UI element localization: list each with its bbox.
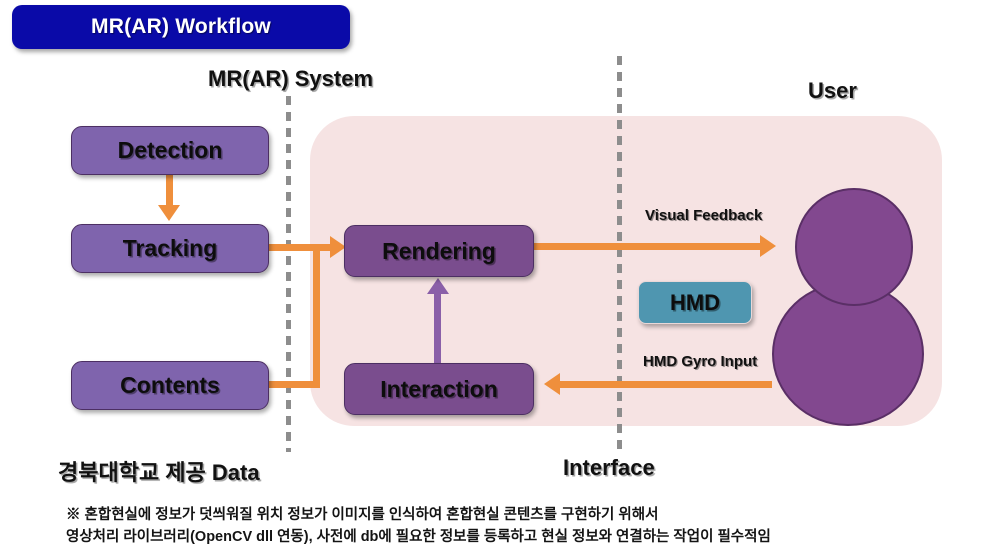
node-tracking[interactable]: Tracking xyxy=(71,224,269,273)
node-rendering-label: Rendering xyxy=(382,237,496,264)
title-text: MR(AR) Workflow xyxy=(91,15,271,38)
label-hmd-gyro-input: HMD Gyro Input xyxy=(643,353,758,370)
caption-mr-ar-system: MR(AR) System xyxy=(208,66,374,91)
connector-contents-horizontal xyxy=(262,381,320,388)
arrowhead-detection-to-tracking xyxy=(158,205,180,221)
arrowhead-visual-feedback xyxy=(760,235,776,257)
label-visual-feedback: Visual Feedback xyxy=(645,207,763,224)
node-hmd-label: HMD xyxy=(669,289,721,315)
connector-contents-vertical xyxy=(313,247,320,388)
node-contents-label: Contents xyxy=(120,372,220,398)
node-rendering[interactable]: Rendering xyxy=(344,225,534,277)
caption-user: User xyxy=(808,78,857,103)
caption-interface: Interface xyxy=(563,455,655,480)
system-boundary-divider xyxy=(286,96,291,452)
interface-boundary-divider xyxy=(617,56,622,452)
connector-hmd-gyro-input xyxy=(560,381,772,388)
connector-interaction-to-rendering xyxy=(434,292,441,364)
node-interaction-label: Interaction xyxy=(380,375,498,402)
connector-detection-to-tracking xyxy=(166,173,173,209)
user-avatar-head xyxy=(795,188,913,306)
node-hmd[interactable]: HMD xyxy=(638,281,752,324)
node-contents[interactable]: Contents xyxy=(71,361,269,410)
caption-data-source: 경북대학교 제공 Data xyxy=(58,460,260,485)
node-detection-label: Detection xyxy=(117,137,223,163)
footer-note: ※ 혼합현실에 정보가 덧씌워질 위치 정보가 이미지를 인식하여 혼합현실 콘… xyxy=(66,507,771,545)
node-tracking-label: Tracking xyxy=(122,235,218,261)
node-detection[interactable]: Detection xyxy=(71,126,269,175)
diagram-canvas: MR(AR) Workflow MR(AR) System User 경북대학교… xyxy=(0,0,990,560)
title-banner: MR(AR) Workflow xyxy=(12,5,350,49)
connector-visual-feedback xyxy=(534,243,766,250)
arrowhead-hmd-gyro-input xyxy=(544,373,560,395)
connector-tracking-to-rendering xyxy=(262,244,336,251)
arrowhead-interaction-to-rendering xyxy=(427,278,449,294)
node-interaction[interactable]: Interaction xyxy=(344,363,534,415)
